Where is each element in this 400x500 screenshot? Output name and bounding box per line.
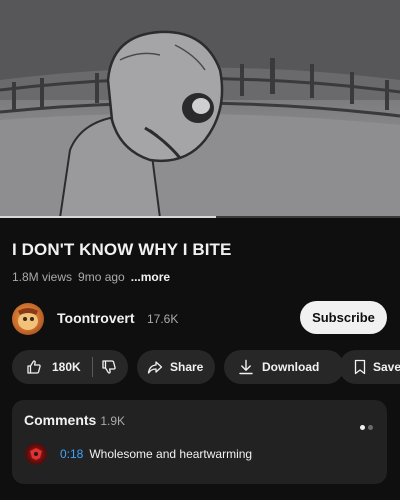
bookmark-icon bbox=[353, 359, 367, 375]
pager-dot-inactive bbox=[368, 425, 373, 430]
video-player[interactable] bbox=[0, 0, 400, 218]
download-label: Download bbox=[262, 360, 320, 374]
like-divider bbox=[91, 357, 93, 377]
video-frame bbox=[0, 0, 400, 218]
download-icon bbox=[238, 359, 254, 375]
like-count[interactable]: 180K bbox=[52, 360, 81, 374]
comment-body: Wholesome and heartwarming bbox=[89, 447, 253, 461]
download-button[interactable]: Download bbox=[224, 350, 344, 384]
video-meta[interactable]: 1.8M views 9mo ago ...more bbox=[12, 270, 170, 284]
thumbs-down-icon[interactable] bbox=[101, 359, 117, 375]
comments-header: Comments 1.9K bbox=[24, 412, 125, 428]
thumbs-up-icon[interactable] bbox=[26, 359, 42, 375]
action-bar: 180K Share Download Save bbox=[12, 350, 400, 384]
share-label: Share bbox=[170, 360, 204, 374]
save-button[interactable]: Save bbox=[339, 350, 400, 384]
comments-count: 1.9K bbox=[100, 414, 126, 428]
save-label: Save bbox=[373, 360, 400, 374]
pager-dot-active bbox=[360, 425, 365, 430]
commenter-avatar bbox=[25, 443, 47, 465]
comment-timestamp-link[interactable]: 0:18 bbox=[60, 447, 83, 461]
share-button[interactable]: Share bbox=[137, 350, 215, 384]
subscribe-button[interactable]: Subscribe bbox=[300, 301, 387, 334]
channel-avatar[interactable] bbox=[12, 303, 44, 335]
avatar-image bbox=[18, 308, 38, 330]
video-title: I DON'T KNOW WHY I BITE bbox=[12, 240, 232, 259]
upload-age: 9mo ago bbox=[78, 270, 125, 284]
app-root: I DON'T KNOW WHY I BITE 1.8M views 9mo ag… bbox=[0, 0, 400, 500]
subscriber-count: 17.6K bbox=[147, 312, 179, 326]
top-comment: 0:18 Wholesome and heartwarming bbox=[60, 447, 252, 461]
share-arrow-icon bbox=[147, 359, 163, 375]
like-dislike-group: 180K bbox=[12, 350, 128, 384]
more-link[interactable]: ...more bbox=[131, 270, 170, 284]
view-count: 1.8M views bbox=[12, 270, 73, 284]
comments-pager bbox=[357, 417, 373, 435]
comments-title: Comments bbox=[24, 412, 97, 428]
channel-row: Toontrovert 17.6K Subscribe bbox=[12, 300, 400, 336]
channel-name[interactable]: Toontrovert bbox=[57, 310, 135, 326]
video-progress-fill bbox=[0, 216, 216, 218]
comments-card[interactable]: Comments 1.9K 0:18 Wholesome and heartwarm… bbox=[12, 400, 387, 484]
video-progress-bar[interactable] bbox=[0, 216, 400, 218]
